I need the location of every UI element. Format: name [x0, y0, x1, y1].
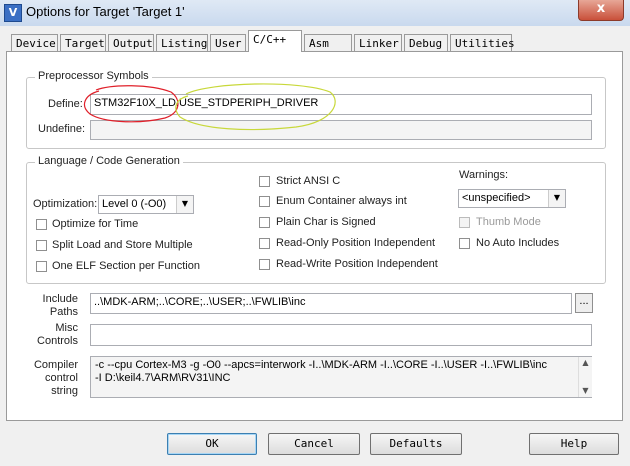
include-paths-browse-button[interactable]: ... — [575, 293, 593, 313]
split-load-store-label: Split Load and Store Multiple — [52, 239, 193, 251]
no-auto-includes-checkbox[interactable] — [459, 238, 470, 249]
compiler-control-scrollbar[interactable]: ▲ ▼ — [578, 357, 592, 397]
one-elf-section-label: One ELF Section per Function — [52, 260, 200, 272]
optimize-for-time-checkbox[interactable] — [36, 219, 47, 230]
tab-output[interactable]: Output — [108, 34, 154, 51]
keil-app-icon: V — [4, 4, 22, 22]
plain-char-signed-checkbox[interactable] — [259, 217, 270, 228]
tab-listing[interactable]: Listing — [156, 34, 208, 51]
warnings-select[interactable]: <unspecified> ▼ — [458, 189, 566, 208]
compiler-control-string-textarea[interactable]: -c --cpu Cortex-M3 -g -O0 --apcs=interwo… — [90, 356, 592, 398]
help-button[interactable]: Help — [529, 433, 619, 455]
plain-char-signed-label: Plain Char is Signed — [276, 216, 376, 228]
tab-user[interactable]: User — [210, 34, 246, 51]
tab-debug[interactable]: Debug — [404, 34, 448, 51]
tab-target[interactable]: Target — [60, 34, 106, 51]
title-bar[interactable]: V Options for Target 'Target 1' x — [0, 0, 630, 27]
compiler-control-line1: -c --cpu Cortex-M3 -g -O0 --apcs=interwo… — [95, 359, 547, 371]
tab-linker[interactable]: Linker — [354, 34, 402, 51]
close-icon: x — [596, 1, 606, 16]
strict-ansi-c-checkbox[interactable] — [259, 176, 270, 187]
read-write-pi-checkbox[interactable] — [259, 259, 270, 270]
close-button[interactable]: x — [578, 0, 624, 21]
undefine-label: Undefine: — [38, 123, 86, 135]
warnings-label: Warnings: — [459, 169, 509, 181]
misc-controls-label-line2: Controls — [37, 335, 78, 347]
split-load-store-checkbox[interactable] — [36, 240, 47, 251]
misc-controls-input[interactable] — [90, 324, 592, 346]
optimization-value: Level 0 (-O0) — [102, 198, 167, 210]
cancel-button[interactable]: Cancel — [268, 433, 360, 455]
compiler-control-label-line3: string — [51, 385, 78, 397]
tab-device[interactable]: Device — [11, 34, 58, 51]
tab-utilities[interactable]: Utilities — [450, 34, 515, 51]
warnings-value: <unspecified> — [462, 192, 531, 204]
include-paths-input[interactable]: ..\MDK-ARM;..\CORE;..\USER;..\FWLIB\inc — [90, 293, 572, 314]
read-write-pi-label: Read-Write Position Independent — [276, 258, 438, 270]
compiler-control-label-line2: control — [44, 372, 78, 384]
undefine-input[interactable] — [90, 120, 592, 140]
include-paths-label-line1: Include — [42, 293, 78, 305]
optimization-label: Optimization: — [33, 198, 98, 210]
compiler-control-label-line1: Compiler — [33, 359, 78, 371]
language-group-label: Language / Code Generation — [35, 155, 183, 167]
optimization-select[interactable]: Level 0 (-O0) ▼ — [98, 195, 194, 214]
defaults-button[interactable]: Defaults — [370, 433, 462, 455]
tab-asm[interactable]: Asm — [304, 34, 352, 51]
read-only-pi-label: Read-Only Position Independent — [276, 237, 435, 249]
no-auto-includes-label: No Auto Includes — [476, 237, 560, 249]
compiler-control-line2: -I D:\keil4.7\ARM\RV31\INC — [95, 372, 231, 384]
optimize-for-time-label: Optimize for Time — [52, 218, 139, 230]
ok-button[interactable]: OK — [167, 433, 257, 455]
one-elf-section-checkbox[interactable] — [36, 261, 47, 272]
chevron-down-icon: ▼ — [176, 196, 193, 213]
define-label: Define: — [48, 98, 83, 110]
thumb-mode-checkbox[interactable] — [459, 217, 470, 228]
scroll-down-icon[interactable]: ▼ — [579, 385, 592, 397]
enum-container-checkbox[interactable] — [259, 196, 270, 207]
preprocessor-group-label: Preprocessor Symbols — [35, 70, 152, 82]
enum-container-label: Enum Container always int — [276, 195, 407, 207]
misc-controls-label-line1: Misc — [55, 322, 78, 334]
strict-ansi-c-label: Strict ANSI C — [276, 175, 341, 187]
define-input[interactable]: STM32F10X_LD,USE_STDPERIPH_DRIVER — [90, 94, 592, 115]
scroll-up-icon[interactable]: ▲ — [579, 357, 592, 369]
window-title: Options for Target 'Target 1' — [26, 4, 185, 19]
tab-c-cpp[interactable]: C/C++ — [248, 30, 302, 52]
include-paths-label-line2: Paths — [49, 306, 78, 318]
chevron-down-icon: ▼ — [548, 190, 565, 207]
read-only-pi-checkbox[interactable] — [259, 238, 270, 249]
thumb-mode-label: Thumb Mode — [476, 216, 541, 228]
